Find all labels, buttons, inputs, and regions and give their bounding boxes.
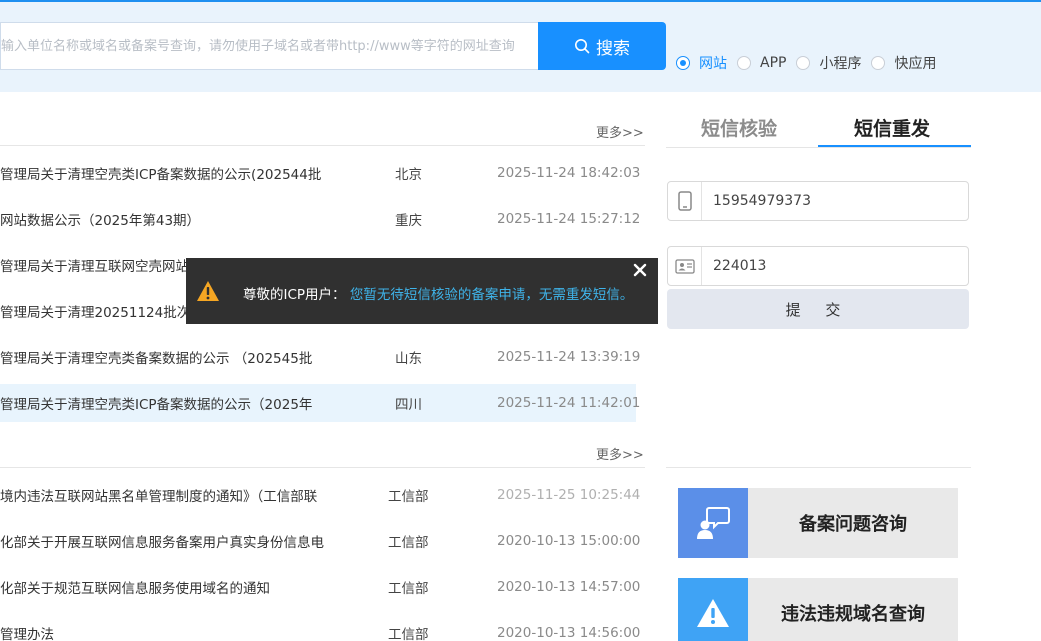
illegal-domain-link-card[interactable]: 违法违规域名查询 bbox=[678, 578, 958, 641]
tab-sms-resend[interactable]: 短信重发 bbox=[854, 114, 930, 141]
consult-link-card[interactable]: 备案问题咨询 bbox=[678, 488, 958, 558]
search-box bbox=[0, 22, 539, 70]
active-tab-underline bbox=[818, 145, 971, 147]
notice-time: 2025-11-24 15:27:12 bbox=[497, 211, 641, 227]
notice-row[interactable]: 管理局关于清理空壳类备案数据的公示 （202545批 山东 2025-11-24… bbox=[0, 338, 640, 376]
policy-title: 化部关于开展互联网信息服务备案用户真实身份信息电 bbox=[0, 535, 324, 551]
sms-tabs: 短信核验 短信重发 bbox=[666, 108, 971, 148]
toast-message: 尊敬的ICP用户： 您暂无待短信核验的备案申请，无需重发短信。 bbox=[243, 283, 633, 303]
warning-icon bbox=[678, 578, 748, 641]
tab-sms-verify[interactable]: 短信核验 bbox=[701, 114, 777, 141]
notices-divider bbox=[0, 145, 645, 146]
notice-row[interactable]: 管理局关于清理空壳类ICP备案数据的公示(202544批 北京 2025-11-… bbox=[0, 154, 640, 192]
id-card-icon bbox=[668, 247, 702, 285]
close-icon[interactable] bbox=[632, 262, 648, 278]
radio-label: 网站 bbox=[699, 56, 727, 72]
code-field bbox=[667, 246, 969, 286]
notice-time: 2025-11-24 18:42:03 bbox=[497, 165, 641, 181]
policy-time: 2020-10-13 14:57:00 bbox=[497, 579, 641, 595]
radio-dot bbox=[676, 56, 690, 70]
policy-title: 化部关于规范互联网信息服务使用域名的通知 bbox=[0, 581, 270, 597]
radio-app[interactable]: APP bbox=[737, 55, 786, 71]
radio-mini-program[interactable]: 小程序 bbox=[796, 53, 861, 73]
sms-toast: 尊敬的ICP用户： 您暂无待短信核验的备案申请，无需重发短信。 bbox=[186, 258, 658, 324]
radio-label: 小程序 bbox=[819, 56, 862, 72]
policies-more-link[interactable]: 更多>> bbox=[596, 444, 644, 463]
radio-dot bbox=[796, 56, 811, 70]
policy-row[interactable]: 境内违法互联网站黑名单管理制度的通知》（工信部联 工信部 2025-11-25 … bbox=[0, 476, 640, 514]
right-panel-divider bbox=[666, 467, 971, 468]
notice-title: 管理局关于清理空壳类ICP备案数据的公示(202544批 bbox=[0, 167, 322, 183]
submit-button[interactable]: 提 交 bbox=[667, 289, 969, 329]
radio-label: 快应用 bbox=[894, 56, 937, 72]
policies-divider bbox=[0, 467, 645, 468]
notice-region: 四川 bbox=[395, 397, 422, 413]
search-icon bbox=[575, 39, 590, 54]
toast-body: 您暂无待短信核验的备案申请，无需重发短信。 bbox=[349, 287, 634, 303]
policy-source: 工信部 bbox=[388, 489, 429, 505]
consult-icon bbox=[678, 488, 748, 558]
policy-time: 2020-10-13 15:00:00 bbox=[497, 533, 641, 549]
warning-icon bbox=[197, 281, 219, 301]
notice-title: 管理局关于清理空壳类备案数据的公示 （202545批 bbox=[0, 351, 313, 367]
radio-website[interactable]: 网站 bbox=[676, 53, 727, 73]
consult-link-label: 备案问题咨询 bbox=[799, 514, 907, 535]
search-type-group: 网站 APP 小程序 快应用 bbox=[676, 53, 946, 73]
notice-region: 山东 bbox=[395, 351, 422, 367]
policy-row[interactable]: 化部关于开展互联网信息服务备案用户真实身份信息电 工信部 2020-10-13 … bbox=[0, 522, 640, 560]
policy-source: 工信部 bbox=[388, 627, 429, 641]
radio-quick-app[interactable]: 快应用 bbox=[871, 53, 936, 73]
search-button-label: 搜索 bbox=[596, 38, 630, 59]
phone-field bbox=[667, 181, 969, 221]
search-button[interactable]: 搜索 bbox=[538, 22, 666, 70]
radio-label: APP bbox=[760, 55, 787, 71]
notice-row[interactable]: 网站数据公示（2025年第43期） 重庆 2025-11-24 15:27:12 bbox=[0, 200, 640, 238]
notice-row[interactable]: 管理局关于清理空壳类ICP备案数据的公示（2025年 四川 2025-11-24… bbox=[0, 384, 640, 422]
policy-time: 2020-10-13 14:56:00 bbox=[497, 625, 641, 641]
notice-title: 网站数据公示（2025年第43期） bbox=[0, 213, 201, 229]
radio-dot bbox=[871, 56, 886, 70]
policy-row[interactable]: 化部关于规范互联网信息服务使用域名的通知 工信部 2020-10-13 14:5… bbox=[0, 568, 640, 606]
phone-input[interactable] bbox=[702, 193, 952, 209]
policy-source: 工信部 bbox=[388, 535, 429, 551]
illegal-domain-link-label: 违法违规域名查询 bbox=[781, 604, 925, 625]
notice-region: 北京 bbox=[395, 167, 422, 183]
policy-source: 工信部 bbox=[388, 581, 429, 597]
notice-time: 2025-11-24 11:42:01 bbox=[497, 395, 641, 411]
policy-time: 2025-11-25 10:25:44 bbox=[497, 487, 641, 503]
policy-row[interactable]: 管理办法 工信部 2020-10-13 14:56:00 bbox=[0, 614, 640, 641]
notice-title: 管理局关于清理空壳类ICP备案数据的公示（2025年 bbox=[0, 397, 313, 413]
policy-title: 境内违法互联网站黑名单管理制度的通知》（工信部联 bbox=[0, 489, 318, 505]
search-input[interactable] bbox=[1, 23, 538, 69]
radio-dot bbox=[737, 56, 751, 70]
notices-more-link[interactable]: 更多>> bbox=[596, 122, 644, 141]
notice-time: 2025-11-24 13:39:19 bbox=[497, 349, 641, 365]
policy-title: 管理办法 bbox=[0, 627, 54, 641]
toast-prefix: 尊敬的ICP用户： bbox=[243, 287, 346, 303]
phone-icon bbox=[668, 182, 702, 220]
verification-code-input[interactable] bbox=[702, 258, 952, 274]
notice-region: 重庆 bbox=[395, 213, 422, 229]
